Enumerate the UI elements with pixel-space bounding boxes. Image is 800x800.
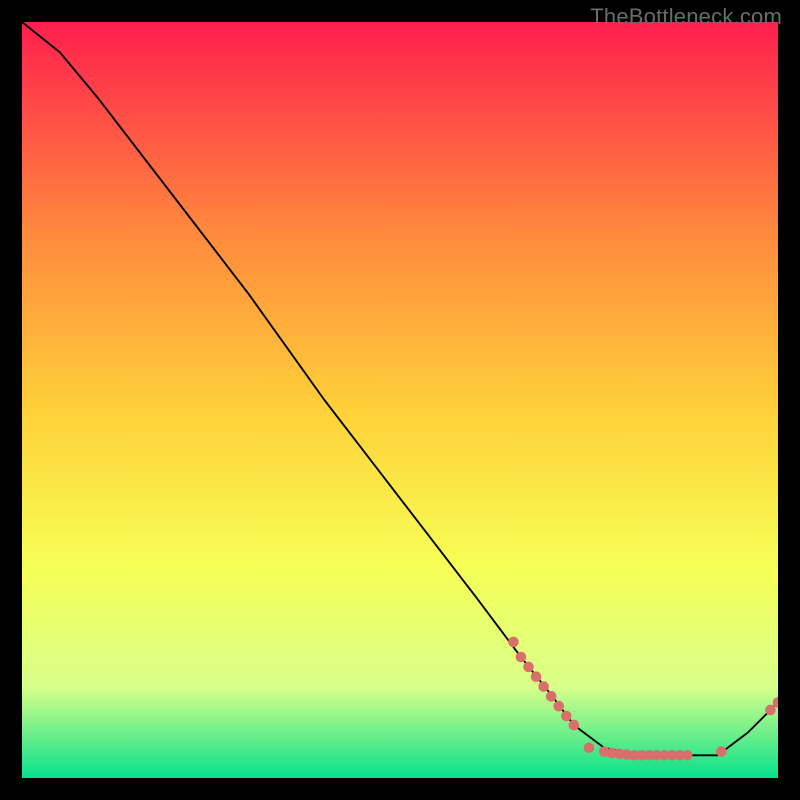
chart-point (553, 701, 564, 712)
chart-point (546, 691, 557, 702)
chart-curve (22, 22, 778, 755)
chart-overlay (22, 22, 778, 778)
chart-point (523, 662, 534, 673)
chart-point (561, 711, 572, 722)
chart-point (716, 746, 727, 757)
chart-points-group (508, 637, 778, 761)
chart-plot-area (22, 22, 778, 778)
chart-point (531, 671, 542, 682)
chart-point (516, 652, 527, 663)
watermark-text: TheBottleneck.com (590, 4, 782, 30)
chart-point (538, 681, 549, 692)
chart-point (682, 750, 693, 761)
chart-point (569, 720, 580, 731)
chart-point (508, 637, 519, 648)
chart-point (584, 742, 595, 753)
chart-point (765, 705, 776, 716)
